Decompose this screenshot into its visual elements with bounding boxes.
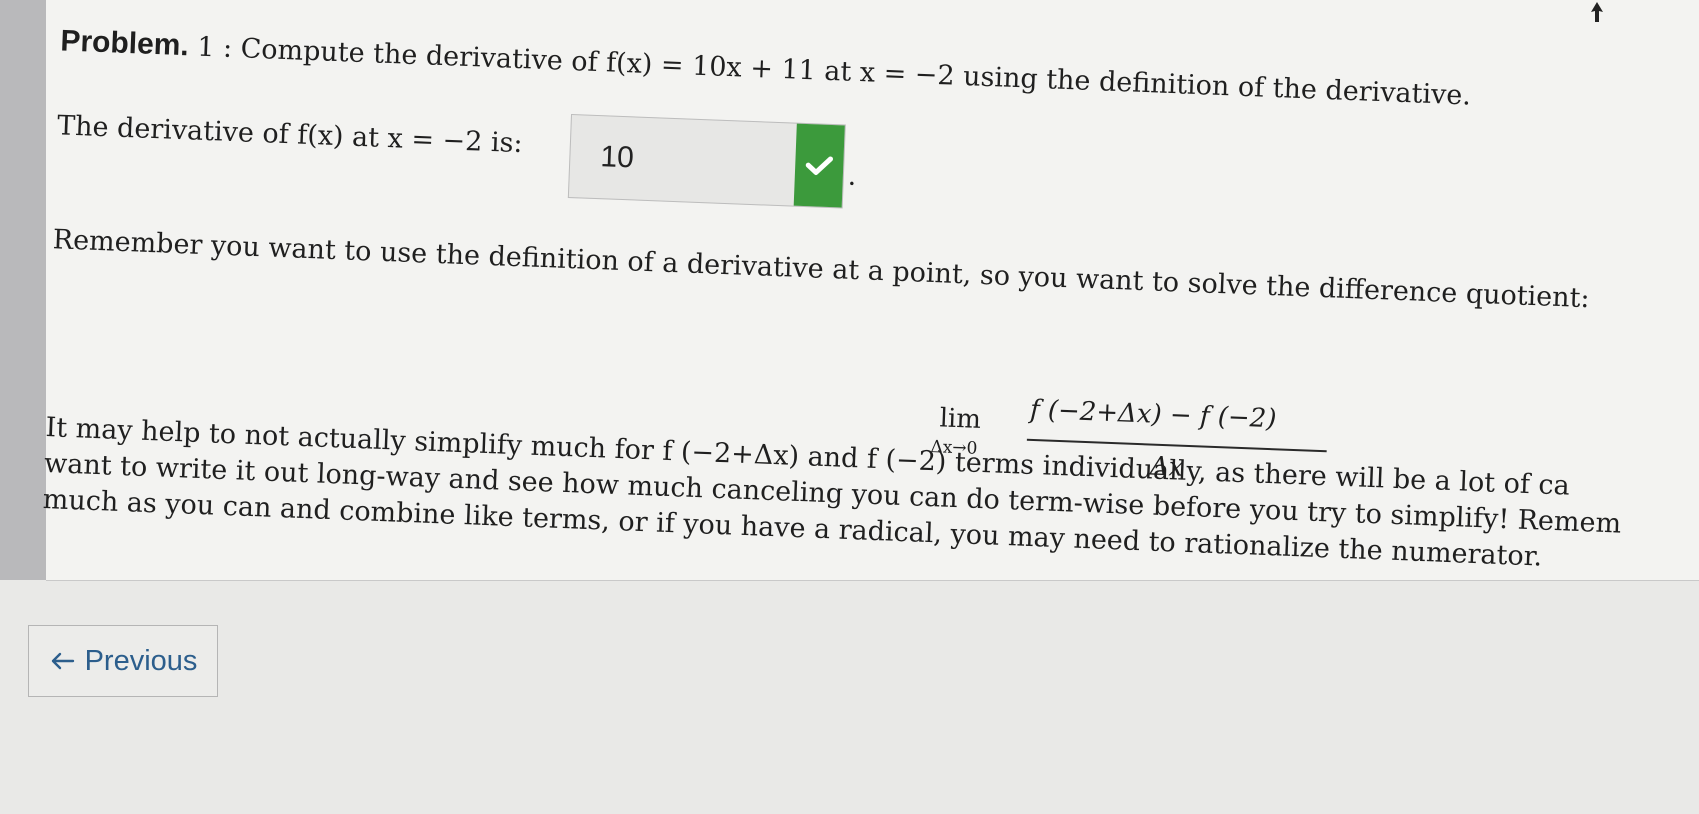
previous-label: Previous [84,644,198,677]
limit-operator: lim [939,403,982,435]
mouse-cursor-icon [1591,2,1603,22]
answer-prompt: The derivative of f(x) at x = −2 is: [56,110,524,160]
problem-number: 1 : [196,31,233,64]
problem-content: Problem. 1 : Compute the derivative of f… [0,0,1698,814]
previous-button[interactable]: Previous [28,625,218,697]
answer-value: 10 [599,140,635,175]
arrow-left-icon [51,652,74,670]
correct-badge [793,123,845,208]
problem-label: Problem. [59,24,190,63]
answer-period: . [847,160,858,192]
fraction-bar [1026,438,1327,453]
quotient-numerator: f (−2+Δx) − f (−2) [1029,394,1277,435]
answer-input[interactable]: 10 [567,114,846,209]
hint-text: Remember you want to use the definition … [52,224,1591,315]
check-icon [805,156,834,175]
